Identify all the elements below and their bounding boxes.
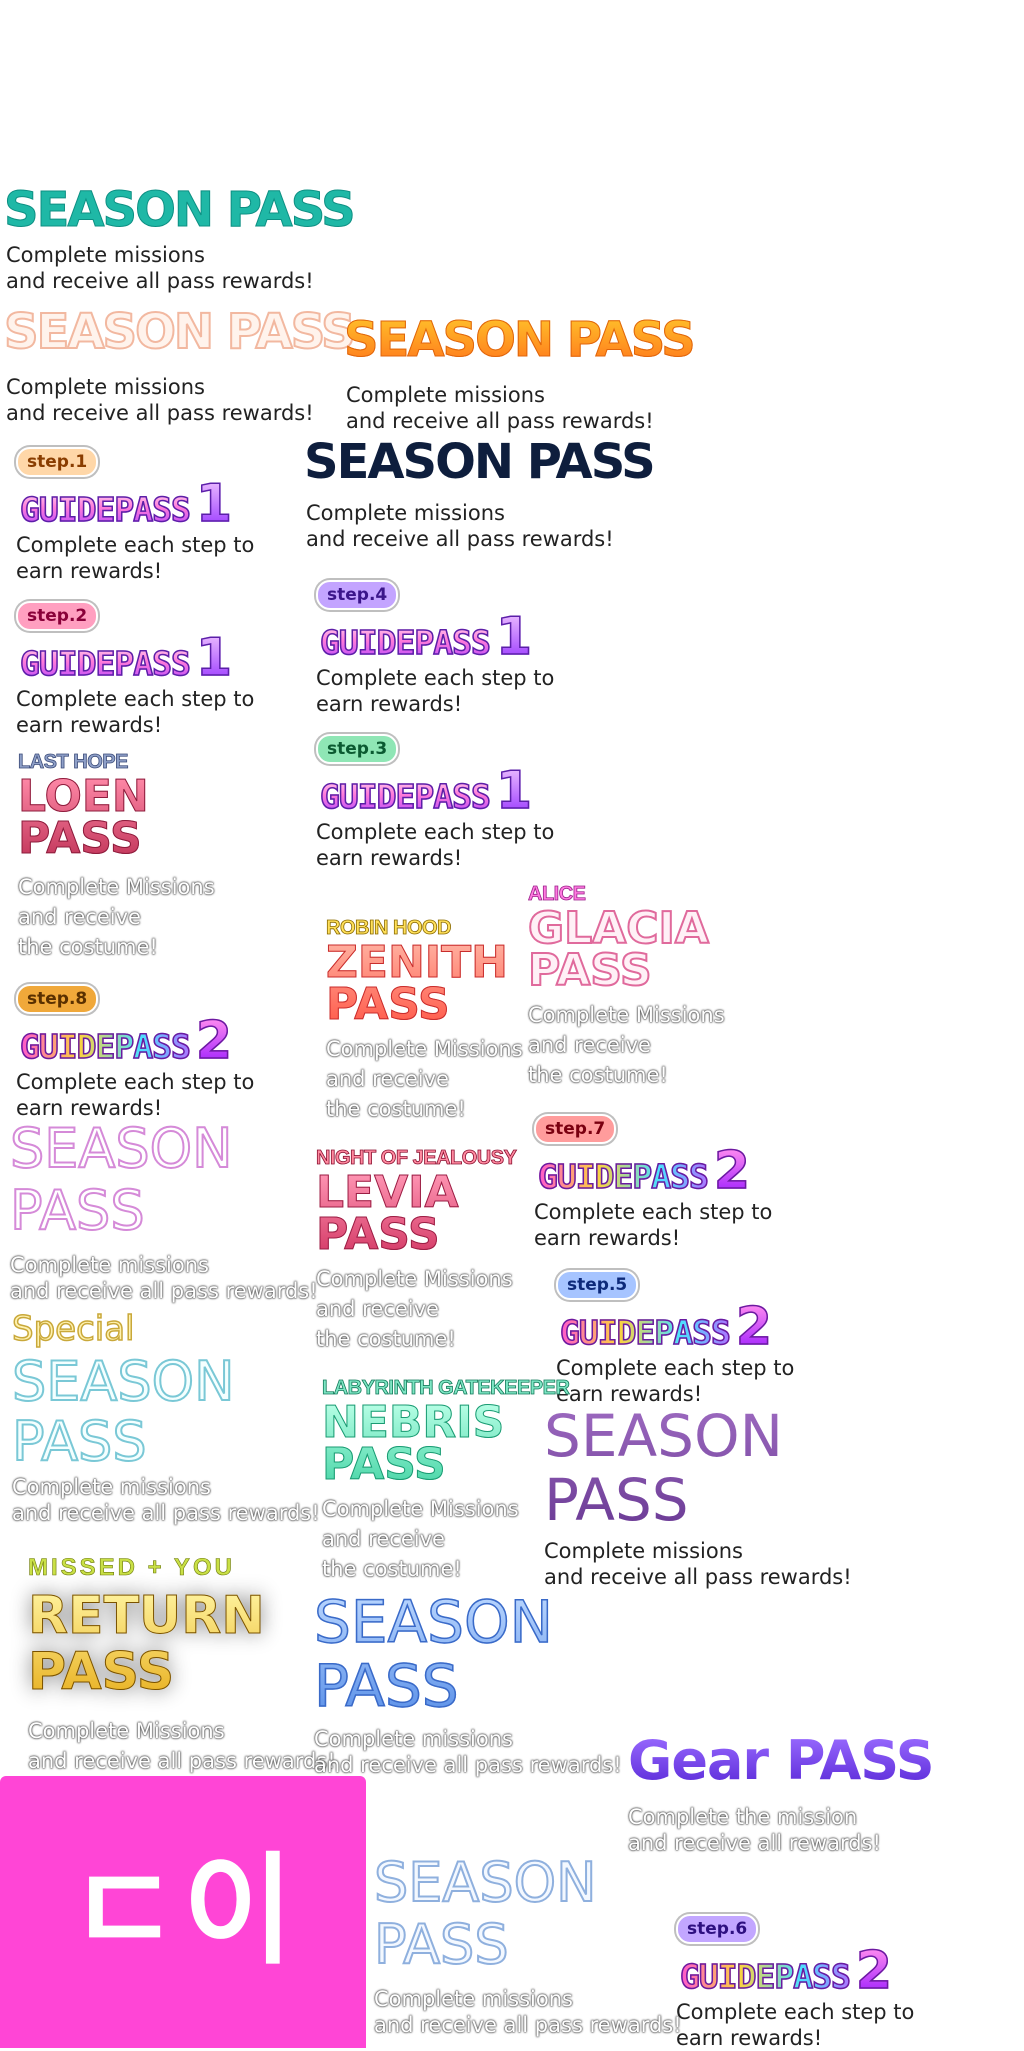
season-pass-blue: SEASON PASS Complete missions and receiv…: [313, 1589, 622, 1778]
season-pass-navy: SEASON PASS Complete missions and receiv…: [304, 434, 656, 552]
step-badge: step.3: [316, 734, 399, 764]
return-pass-desc: Complete Missions and receive all pass r…: [28, 1719, 336, 1773]
season-pass-desc: Complete missions and receive all pass r…: [6, 243, 314, 293]
season-pass-title: SEASON PASS: [344, 312, 697, 368]
guide-pass-word: GUIDEPASS: [316, 778, 494, 815]
step-badge: step.6: [676, 1914, 759, 1944]
zenith-pass-header: ROBIN HOOD: [326, 917, 452, 939]
season-pass-desc: Complete missions and receive all pass r…: [10, 1253, 318, 1303]
glacia-pass-header: ALICE: [528, 883, 587, 905]
guide-pass-desc: Complete each step to earn rewards!: [316, 819, 555, 870]
season-pass-desc: Complete missions and receive all pass r…: [374, 1987, 682, 2037]
gear-pass-title: Gear PASS: [628, 1729, 935, 1792]
season-pass-desc: Complete missions and receive all pass r…: [544, 1539, 852, 1589]
season-pass-purple: SEASON PASS Complete missions and receiv…: [544, 1404, 852, 1590]
nebris-pass: LABYRINTH GATEKEEPER NEBRIS PASS Complet…: [321, 1377, 571, 1584]
guide-pass-desc: Complete each step to earn rewards!: [16, 532, 255, 583]
guide-pass-word: GUIDEPASS: [556, 1314, 734, 1351]
glacia-pass-title: GLACIA PASS: [527, 903, 710, 996]
season-pass-title: SEASON PASS: [4, 182, 357, 238]
guide-pass-step6: step.6 GUIDEPASS 2 Complete each step to…: [676, 1914, 914, 2051]
guide-pass-number: 1: [495, 607, 533, 667]
guide-pass-desc: Complete each step to earn rewards!: [16, 686, 255, 737]
guide-pass-desc: Complete each step to earn rewards!: [16, 1069, 255, 1120]
return-pass-header: MISSED + YOU: [28, 1554, 235, 1581]
guide-pass-word: GUIDEPASS: [16, 491, 194, 528]
guide-pass-desc: Complete each step to earn rewards!: [676, 1999, 915, 2050]
guide-pass-step2: step.2 GUIDEPASS 1 Complete each step to…: [16, 601, 254, 738]
guide-pass-desc: Complete each step to earn rewards!: [556, 1355, 795, 1406]
guide-pass-word: GUIDEPASS: [16, 645, 194, 682]
step-badge: step.8: [16, 984, 99, 1014]
guide-pass-word: GUIDEPASS: [534, 1158, 712, 1195]
return-pass: MISSED + YOU RETURN PASS Complete Missio…: [28, 1554, 336, 1776]
guide-pass-desc: Complete each step to earn rewards!: [534, 1199, 773, 1250]
guide-pass-word: GUIDEPASS: [676, 1958, 854, 1995]
season-pass-peach: SEASON PASS Complete missions and receiv…: [3, 304, 357, 426]
loen-pass-header: LAST HOPE: [18, 751, 129, 773]
nebris-pass-header: LABYRINTH GATEKEEPER: [322, 1377, 571, 1399]
guide-pass-word: GUIDEPASS: [16, 1028, 194, 1065]
guide-pass-number: 2: [195, 1011, 233, 1071]
season-pass-title: SEASON PASS: [544, 1404, 852, 1532]
levia-pass: NIGHT OF JEALOUSY LEVIA PASS Complete Mi…: [315, 1147, 518, 1354]
season-pass-desc: Complete missions and receive all pass r…: [306, 501, 614, 551]
guide-pass-number: 1: [495, 761, 533, 821]
season-pass-desc: Complete missions and receive all pass r…: [12, 1475, 320, 1525]
special-label: Special: [11, 1309, 135, 1349]
guide-pass-number: 2: [735, 1297, 773, 1357]
guide-pass-number: 2: [713, 1141, 751, 1201]
loen-pass-title: LOEN PASS: [18, 774, 215, 861]
step-badge: step.4: [316, 580, 399, 610]
season-pass-title: SEASON PASS: [3, 304, 357, 360]
season-pass-title: SEASON PASS: [9, 1117, 234, 1243]
gear-pass-desc: Complete the mission and receive all rew…: [628, 1805, 881, 1855]
season-pass-title: SEASON PASS: [373, 1851, 598, 1977]
guide-pass-step3: step.3 GUIDEPASS 1 Complete each step to…: [316, 734, 554, 871]
zenith-pass-desc: Complete Missions and receive the costum…: [326, 1037, 523, 1121]
zenith-pass: ROBIN HOOD ZENITH PASS Complete Missions…: [326, 918, 523, 1124]
guide-pass-step4: step.4 GUIDEPASS 1 Complete each step to…: [316, 580, 554, 717]
season-pass-title: SEASON PASS: [313, 1589, 622, 1719]
gear-pass: Gear PASS Complete the mission and recei…: [628, 1729, 935, 1856]
guide-pass-number: 1: [195, 474, 233, 534]
logo-panel: ㄷ이: [0, 1776, 366, 2048]
levia-pass-title: LEVIA PASS: [315, 1170, 516, 1257]
special-season-pass: Special SEASON PASS Complete missions an…: [11, 1309, 320, 1526]
season-pass-desc: Complete missions and receive all pass r…: [314, 1727, 622, 1777]
guide-pass-step7: step.7 GUIDEPASS 2 Complete each step to…: [534, 1114, 772, 1251]
season-pass-title: SEASON PASS: [304, 434, 656, 490]
glacia-pass: ALICE GLACIA PASS Complete Missions and …: [527, 883, 725, 1090]
loen-pass-desc: Complete Missions and receive the costum…: [18, 875, 215, 959]
return-pass-title: RETURN PASS: [28, 1588, 336, 1701]
logo-text: ㄷ이: [68, 1842, 298, 1981]
season-pass-pink-outline: SEASON PASS Complete missions and receiv…: [9, 1117, 318, 1304]
guide-pass-number: 1: [195, 628, 233, 688]
zenith-pass-title: ZENITH PASS: [326, 940, 523, 1027]
season-pass-title: SEASON PASS: [11, 1350, 236, 1473]
glacia-pass-desc: Complete Missions and receive the costum…: [528, 1003, 725, 1087]
season-pass-teal: SEASON PASS Complete missions and receiv…: [4, 182, 357, 294]
step-badge: step.7: [534, 1114, 617, 1144]
levia-pass-header: NIGHT OF JEALOUSY: [316, 1147, 518, 1169]
step-badge: step.5: [556, 1270, 639, 1300]
loen-pass: LAST HOPE LOEN PASS Complete Missions an…: [18, 752, 215, 962]
step-badge: step.1: [16, 447, 99, 477]
guide-pass-word: GUIDEPASS: [316, 624, 494, 661]
guide-pass-step1: step.1 GUIDEPASS 1 Complete each step to…: [16, 447, 254, 584]
guide-pass-step8: step.8 GUIDEPASS 2 Complete each step to…: [16, 984, 254, 1121]
guide-pass-step5: step.5 GUIDEPASS 2 Complete each step to…: [556, 1270, 794, 1407]
guide-pass-desc: Complete each step to earn rewards!: [316, 665, 555, 716]
guide-pass-number: 2: [855, 1941, 893, 2001]
step-badge: step.2: [16, 601, 99, 631]
nebris-pass-title: NEBRIS PASS: [321, 1400, 569, 1487]
season-pass-light-blue: SEASON PASS Complete missions and receiv…: [373, 1851, 682, 2038]
season-pass-orange: SEASON PASS Complete missions and receiv…: [344, 312, 697, 434]
nebris-pass-desc: Complete Missions and receive the costum…: [322, 1497, 519, 1581]
season-pass-desc: Complete missions and receive all pass r…: [346, 383, 654, 433]
levia-pass-desc: Complete Missions and receive the costum…: [316, 1267, 513, 1351]
season-pass-desc: Complete missions and receive all pass r…: [6, 375, 314, 425]
